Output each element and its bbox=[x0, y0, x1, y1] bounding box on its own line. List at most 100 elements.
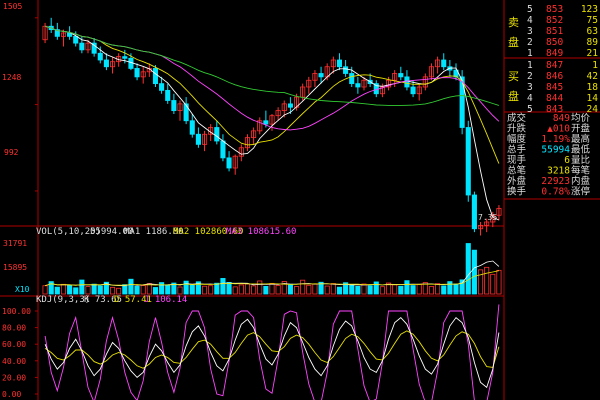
volume-bar bbox=[73, 287, 79, 295]
candle-body bbox=[159, 83, 165, 91]
volume-bar bbox=[60, 283, 67, 295]
sell-price: 853 bbox=[546, 4, 563, 15]
volume-bar bbox=[109, 286, 116, 295]
volume-panel[interactable]: VOL(5,10,20) 55994.00 MA1 1186.80 MA2 10… bbox=[3, 227, 502, 295]
volume-bar bbox=[287, 283, 293, 295]
chart-frame bbox=[0, 0, 600, 400]
volume-bar bbox=[159, 282, 165, 295]
volume-scale-label: X10 bbox=[15, 285, 30, 294]
volume-bar bbox=[324, 285, 330, 295]
buy-price: 845 bbox=[546, 82, 563, 93]
volume-bar bbox=[404, 280, 410, 295]
low-price-annotation: 7.35 bbox=[478, 213, 497, 222]
volume-bar bbox=[349, 284, 355, 295]
buy-price: 847 bbox=[546, 60, 563, 71]
volume-bar bbox=[367, 285, 373, 295]
buy-volume: 1 bbox=[592, 60, 598, 71]
volume-bar bbox=[490, 273, 496, 295]
volume-bar bbox=[257, 280, 263, 295]
volume-bar bbox=[300, 279, 306, 295]
stat-label: 成交 bbox=[507, 112, 527, 124]
volume-bar bbox=[189, 284, 195, 295]
stat-value: 849 bbox=[553, 113, 570, 124]
volume-bar bbox=[208, 285, 214, 295]
stat-label: 总笔 bbox=[507, 165, 526, 177]
volume-bar bbox=[269, 282, 275, 295]
stat-label: 换手 bbox=[507, 186, 527, 198]
volume-bar bbox=[373, 281, 379, 295]
quote-stats: 成交 849 均价升跌 ▲010 开盘幅度 1.19% 最高总手 55994 最低现手 6 量比总笔… bbox=[507, 112, 591, 198]
kdj-panel[interactable]: KDJ(9,3,3) K 73.65 D 57.41 J 106.14 100.… bbox=[2, 295, 500, 400]
volume-bar bbox=[183, 280, 189, 295]
candlestick-series bbox=[42, 17, 502, 236]
volume-bar bbox=[459, 279, 465, 295]
buy-side-label-2: 盘 bbox=[508, 89, 519, 103]
volume-bar bbox=[447, 281, 453, 295]
kdj-lines bbox=[44, 304, 500, 400]
kdj-title: KDJ(9,3,3) bbox=[36, 295, 90, 305]
volume-bar bbox=[416, 283, 422, 295]
candle-body bbox=[465, 127, 471, 196]
kdj-axis-label: 80.00 bbox=[2, 324, 26, 333]
stat-label: 总手 bbox=[507, 144, 527, 156]
volume-bar bbox=[67, 284, 73, 295]
buy-price: 844 bbox=[546, 93, 563, 104]
header-price-label: 1505 bbox=[3, 2, 22, 11]
kdj-axis-label: 60.00 bbox=[2, 340, 26, 349]
stock-chart[interactable]: 1505 1248 992 7.35 VOL(5,10,20) 55994.00… bbox=[0, 0, 600, 400]
volume-bar bbox=[244, 283, 251, 295]
volume-bar bbox=[336, 286, 343, 295]
kdj-j-line bbox=[44, 304, 500, 400]
volume-bar bbox=[251, 285, 257, 295]
candle-body bbox=[165, 89, 171, 101]
candle-body bbox=[287, 103, 293, 108]
sell-levels: 5 853 123 4 852 75 3 851 63 2 850 89 1 849 21 bbox=[527, 4, 598, 59]
order-book-panel[interactable]: 卖 盘 5 853 1234 852 753 851 632 850 891 849 21 买 盘 … bbox=[507, 4, 598, 198]
candle-body bbox=[441, 59, 447, 68]
volume-bar bbox=[275, 285, 281, 295]
sell-side-label-2: 盘 bbox=[508, 35, 519, 49]
volume-bar bbox=[232, 286, 238, 295]
candle-body bbox=[122, 56, 128, 59]
volume-bar bbox=[152, 287, 159, 295]
volume-bar bbox=[471, 249, 477, 295]
volume-bar bbox=[398, 285, 404, 295]
buy-side-label-1: 买 bbox=[508, 70, 519, 83]
volume-axis-label: 15895 bbox=[3, 263, 27, 272]
volume-bar bbox=[85, 286, 91, 295]
volume-axis-label: 31791 bbox=[3, 239, 27, 248]
candle-body bbox=[183, 103, 189, 122]
stat-label-right: 开盘 bbox=[571, 123, 591, 135]
buy-levels: 1 847 12 846 423 845 184 844 145 843 24 bbox=[527, 60, 598, 115]
candle-body bbox=[349, 73, 355, 85]
sell-level: 5 bbox=[527, 4, 533, 15]
sell-level: 3 bbox=[527, 26, 533, 37]
volume-bar bbox=[465, 243, 471, 295]
volume-bar bbox=[116, 287, 122, 295]
volume-bar bbox=[134, 285, 140, 295]
stat-value: 6 bbox=[564, 155, 570, 166]
stat-label-right: 内盘 bbox=[571, 175, 591, 187]
volume-bar bbox=[435, 283, 441, 295]
volume-bar bbox=[54, 286, 60, 295]
sell-level: 4 bbox=[527, 15, 533, 26]
vol-ma5-line bbox=[44, 260, 500, 287]
candle-body bbox=[73, 35, 79, 44]
volume-bar bbox=[263, 285, 269, 295]
kdj-axis-label: 0.00 bbox=[2, 390, 21, 399]
candle-body bbox=[404, 76, 410, 88]
price-panel[interactable]: 1505 1248 992 7.35 bbox=[2, 2, 502, 236]
volume-bar bbox=[293, 286, 300, 295]
sell-volume: 89 bbox=[587, 37, 599, 48]
volume-bar bbox=[379, 286, 385, 295]
candle-body bbox=[79, 42, 85, 51]
candle-body bbox=[128, 57, 134, 69]
stat-value: 55994 bbox=[541, 145, 570, 156]
buy-level: 2 bbox=[527, 71, 533, 82]
vol-ma10-line bbox=[44, 270, 499, 287]
volume-bar bbox=[410, 285, 416, 295]
sell-price: 849 bbox=[546, 48, 563, 59]
stat-label-right: 量比 bbox=[571, 154, 590, 166]
buy-volume: 18 bbox=[587, 82, 599, 93]
candle-body bbox=[226, 157, 232, 169]
